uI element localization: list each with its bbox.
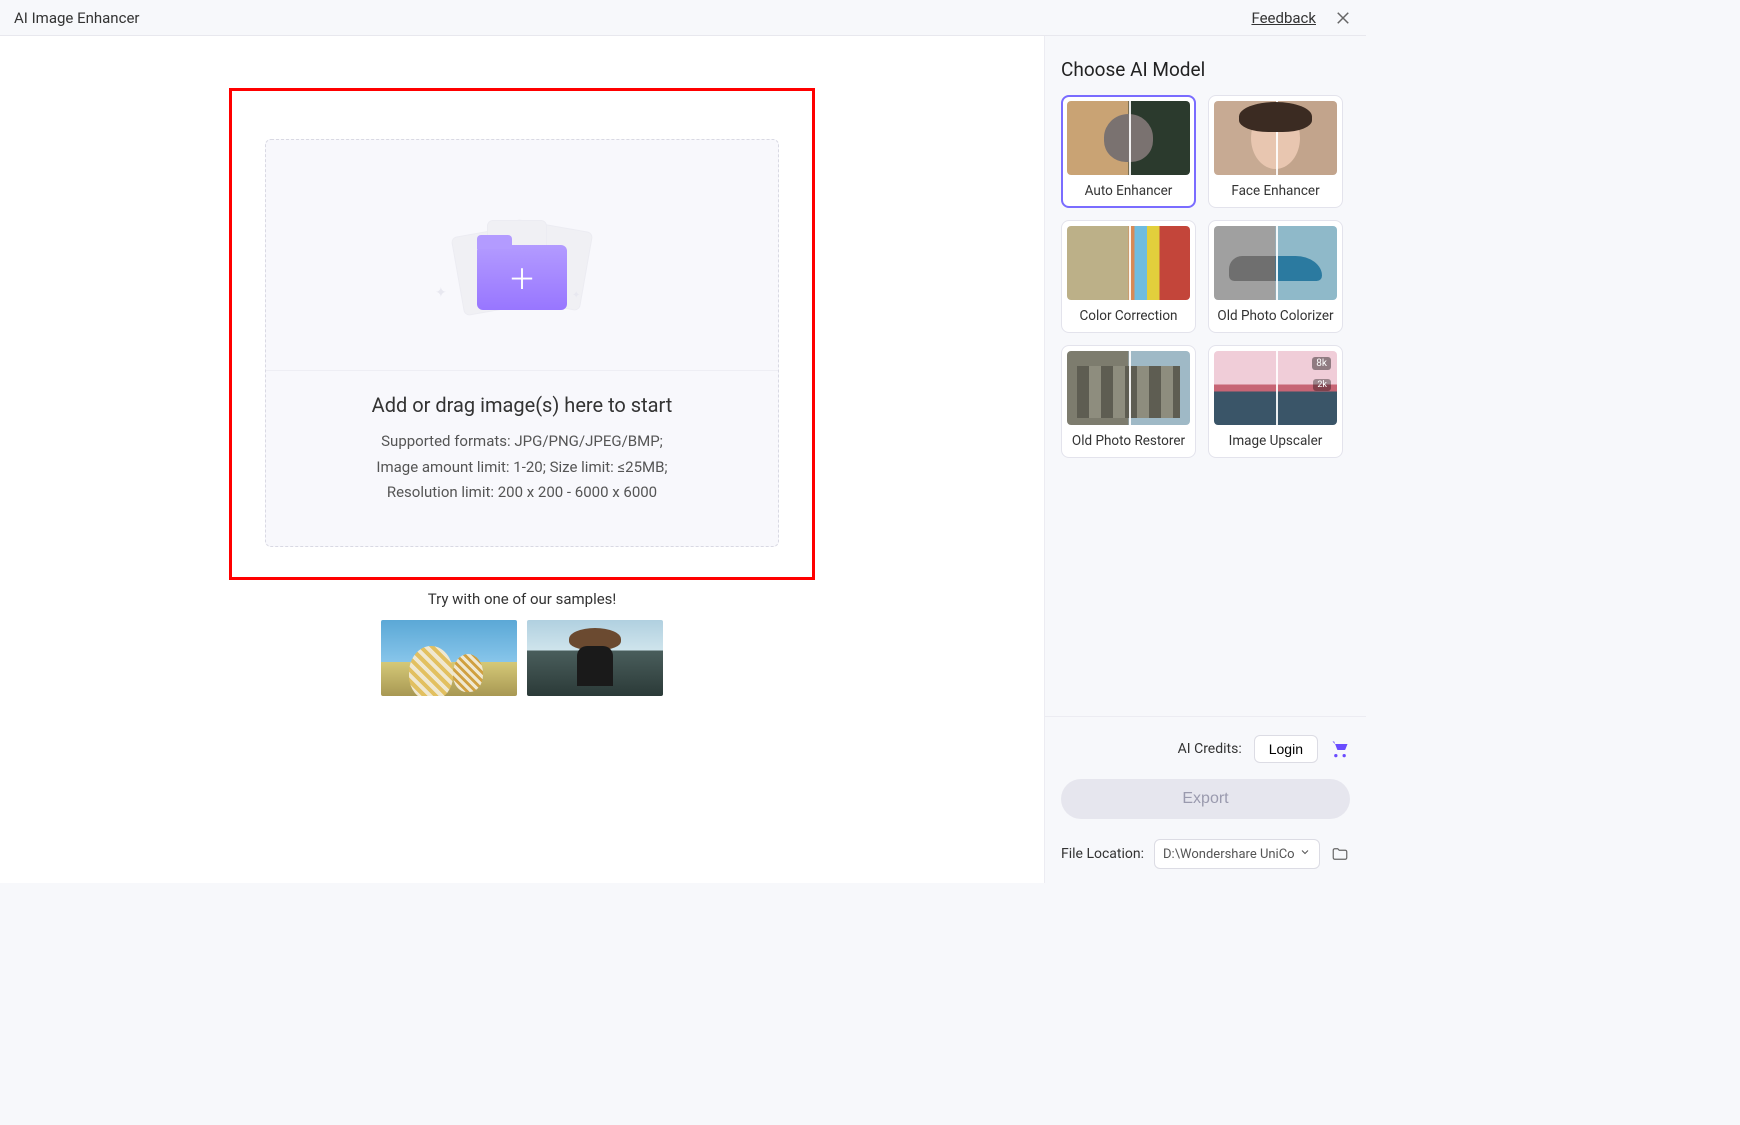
title-bar: AI Image Enhancer Feedback bbox=[0, 0, 1366, 36]
file-location-row: File Location: D:\Wondershare UniConv bbox=[1061, 839, 1350, 869]
file-location-select[interactable]: D:\Wondershare UniConv bbox=[1154, 839, 1320, 869]
dropzone[interactable]: ✦ ✦ ＋ Add or drag image(s) here to start… bbox=[265, 139, 779, 547]
model-label-face: Face Enhancer bbox=[1214, 183, 1337, 199]
right-bottom: AI Credits: Login Export File Location: … bbox=[1045, 716, 1366, 883]
model-thumb-upscale bbox=[1214, 351, 1337, 425]
model-label-auto: Auto Enhancer bbox=[1067, 183, 1190, 199]
model-old-photo-restorer[interactable]: Old Photo Restorer bbox=[1061, 345, 1196, 458]
model-label-oldcolor: Old Photo Colorizer bbox=[1214, 308, 1337, 324]
model-thumb-color bbox=[1067, 226, 1190, 300]
export-button[interactable]: Export bbox=[1061, 779, 1350, 819]
model-thumb-face bbox=[1214, 101, 1337, 175]
samples-label: Try with one of our samples! bbox=[428, 590, 617, 608]
app-title: AI Image Enhancer bbox=[14, 9, 139, 27]
login-button[interactable]: Login bbox=[1254, 735, 1318, 763]
model-image-upscaler[interactable]: Image Upscaler bbox=[1208, 345, 1343, 458]
model-face-enhancer[interactable]: Face Enhancer bbox=[1208, 95, 1343, 208]
content: ✦ ✦ ＋ Add or drag image(s) here to start… bbox=[0, 36, 1366, 883]
model-auto-enhancer[interactable]: Auto Enhancer bbox=[1061, 95, 1196, 208]
dropzone-limits: Image amount limit: 1-20; Size limit: ≤2… bbox=[276, 455, 768, 481]
model-grid: Auto Enhancer Face Enhancer Color Correc… bbox=[1061, 95, 1350, 458]
model-label-upscale: Image Upscaler bbox=[1214, 433, 1337, 449]
header-right: Feedback bbox=[1251, 9, 1352, 27]
model-color-correction[interactable]: Color Correction bbox=[1061, 220, 1196, 333]
model-old-photo-colorizer[interactable]: Old Photo Colorizer bbox=[1208, 220, 1343, 333]
right-panel: Choose AI Model Auto Enhancer Face Enhan… bbox=[1044, 36, 1366, 883]
dropzone-resolution: Resolution limit: 200 x 200 - 6000 x 600… bbox=[276, 480, 768, 506]
close-icon[interactable] bbox=[1334, 9, 1352, 27]
left-panel: ✦ ✦ ＋ Add or drag image(s) here to start… bbox=[0, 36, 1044, 883]
credits-label: AI Credits: bbox=[1178, 741, 1242, 757]
sample-image-1[interactable] bbox=[381, 620, 517, 696]
dropzone-title: Add or drag image(s) here to start bbox=[276, 393, 768, 417]
dropzone-formats: Supported formats: JPG/PNG/JPEG/BMP; bbox=[276, 429, 768, 455]
sample-image-2[interactable] bbox=[527, 620, 663, 696]
samples-row bbox=[381, 620, 663, 696]
cart-icon[interactable] bbox=[1330, 739, 1350, 759]
folder-plus-icon: ✦ ✦ ＋ bbox=[447, 220, 597, 330]
feedback-link[interactable]: Feedback bbox=[1251, 9, 1316, 27]
file-location-value: D:\Wondershare UniConv bbox=[1163, 847, 1295, 862]
model-label-restore: Old Photo Restorer bbox=[1067, 433, 1190, 449]
model-label-color: Color Correction bbox=[1067, 308, 1190, 324]
section-title: Choose AI Model bbox=[1061, 58, 1350, 81]
dropzone-highlight: ✦ ✦ ＋ Add or drag image(s) here to start… bbox=[229, 88, 815, 580]
model-thumb-auto bbox=[1067, 101, 1190, 175]
file-location-label: File Location: bbox=[1061, 846, 1144, 862]
chevron-down-icon bbox=[1299, 846, 1311, 862]
model-thumb-oldcolor bbox=[1214, 226, 1337, 300]
model-thumb-restore bbox=[1067, 351, 1190, 425]
open-folder-icon[interactable] bbox=[1330, 845, 1350, 863]
credits-row: AI Credits: Login bbox=[1061, 735, 1350, 763]
dropzone-text: Add or drag image(s) here to start Suppo… bbox=[266, 370, 778, 546]
right-scroll: Choose AI Model Auto Enhancer Face Enhan… bbox=[1045, 36, 1366, 716]
